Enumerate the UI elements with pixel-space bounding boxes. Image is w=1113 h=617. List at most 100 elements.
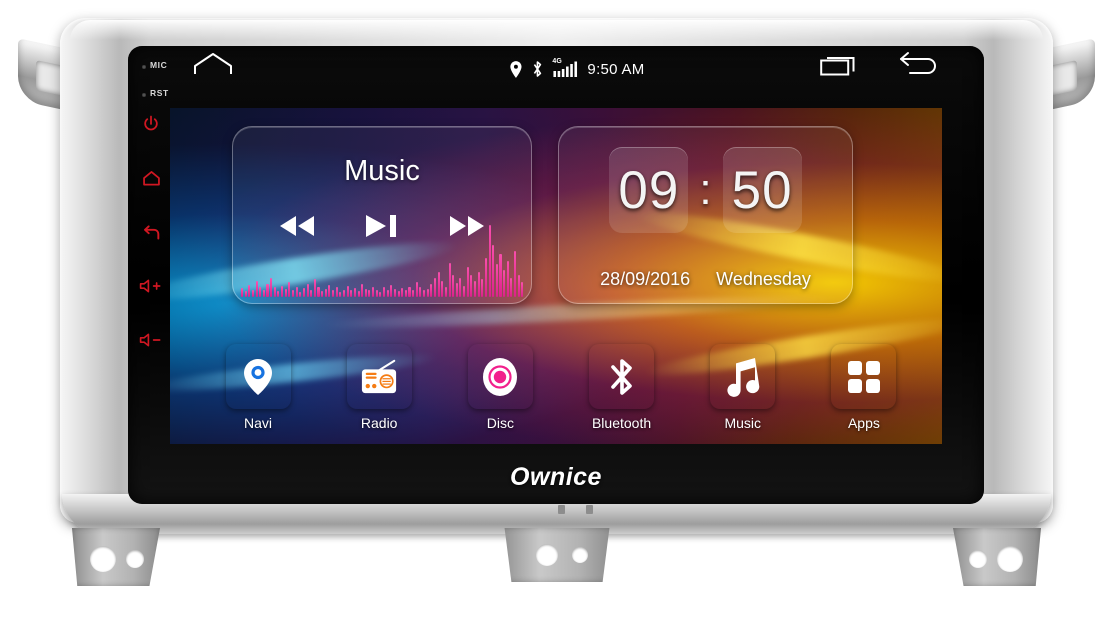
equalizer-bar <box>284 288 287 297</box>
equalizer-bar <box>353 288 356 297</box>
clock-hours: 09 <box>618 160 680 220</box>
equalizer-bar <box>372 286 375 297</box>
clock-weekday: Wednesday <box>716 269 811 289</box>
equalizer-bar <box>361 283 364 297</box>
equalizer-bar <box>342 289 345 297</box>
app-bluetooth[interactable]: Bluetooth <box>580 344 664 431</box>
equalizer-bar <box>277 291 280 297</box>
app-apps[interactable]: Apps <box>822 344 906 431</box>
touchscreen[interactable]: Music 09: 50 28/09/2016 Wednesday Navi … <box>170 108 942 444</box>
equalizer-bar <box>430 284 433 297</box>
reset-label: RST <box>150 88 169 98</box>
reset-pinhole[interactable] <box>142 93 146 97</box>
equalizer-bar <box>477 271 480 297</box>
equalizer-bar <box>470 275 473 297</box>
equalizer-bar <box>499 253 502 297</box>
equalizer-bar <box>281 285 284 297</box>
equalizer-bar <box>324 288 327 297</box>
volume-up-icon[interactable] <box>137 275 165 297</box>
equalizer-bar <box>350 290 353 297</box>
nav-back-button[interactable] <box>898 50 940 83</box>
app-radio[interactable]: Radio <box>337 344 421 431</box>
equalizer-bar <box>339 291 342 297</box>
equalizer-bar <box>332 290 335 297</box>
equalizer-bar <box>426 288 429 297</box>
screw-hole <box>536 544 558 566</box>
clock-hours-box: 09 <box>609 147 689 233</box>
equalizer-bar <box>302 288 305 297</box>
equalizer-bar <box>437 272 440 297</box>
nav-home-button[interactable] <box>192 51 234 82</box>
equalizer-bar <box>288 282 291 297</box>
back-icon[interactable] <box>138 220 164 246</box>
mic-label: MIC <box>150 60 168 70</box>
equalizer-bar <box>357 291 360 297</box>
equalizer-bar <box>386 290 389 297</box>
clock-widget[interactable]: 09 : 50 28/09/2016 Wednesday <box>558 126 853 304</box>
equalizer-bar <box>448 262 451 297</box>
home-icon[interactable] <box>139 166 163 190</box>
signal-bars-icon: 4G <box>552 58 578 78</box>
screw-hole <box>969 550 987 568</box>
mic-hole <box>142 65 146 69</box>
equalizer-bar <box>455 282 458 297</box>
screw-hole <box>572 547 588 563</box>
equalizer-bar <box>481 279 484 297</box>
app-radio-tile[interactable] <box>347 344 412 409</box>
equalizer-bar <box>521 282 524 297</box>
power-icon[interactable] <box>139 112 163 136</box>
app-apps-tile[interactable] <box>831 344 896 409</box>
screw-hole <box>90 546 116 572</box>
equalizer-bar <box>452 274 455 297</box>
disc-icon <box>483 357 518 396</box>
faceplate: MIC RST 4G 9:50 AM Music 09: 50 28/09/2… <box>128 46 984 504</box>
app-bluetooth-tile[interactable] <box>589 344 654 409</box>
equalizer-bar <box>266 283 269 297</box>
equalizer-bar <box>299 291 302 297</box>
app-music[interactable]: Music <box>701 344 785 431</box>
brand-area: Ownice <box>128 446 984 504</box>
equalizer-bar <box>259 286 262 297</box>
app-radio-label: Radio <box>360 415 398 431</box>
music-widget[interactable]: Music <box>232 126 532 304</box>
equalizer-bar <box>262 290 265 297</box>
equalizer-bar <box>335 287 338 297</box>
status-bar-clock: 9:50 AM <box>587 60 645 78</box>
equalizer-bar <box>295 286 298 297</box>
equalizer-bar <box>517 274 520 297</box>
equalizer-bar <box>375 289 378 297</box>
bezel-screw <box>558 505 565 514</box>
equalizer-bar <box>397 291 400 297</box>
app-navi-label: Navi <box>243 415 272 431</box>
clock-separator: : <box>699 165 712 214</box>
music-widget-title: Music <box>344 155 420 187</box>
map-pin-icon <box>244 358 272 395</box>
equalizer-bar <box>310 289 313 297</box>
volume-down-icon[interactable] <box>137 329 165 351</box>
equalizer-bar <box>463 285 466 297</box>
app-disc-tile[interactable] <box>468 344 533 409</box>
audio-equalizer-visualizer <box>241 225 524 297</box>
app-navi-tile[interactable] <box>226 344 291 409</box>
mount-bracket-center <box>504 528 610 582</box>
bluetooth-icon <box>610 358 632 395</box>
equalizer-bar <box>393 288 396 297</box>
app-navi[interactable]: Navi <box>216 344 300 431</box>
nav-recent-apps-button[interactable] <box>820 54 860 81</box>
app-dock: Navi Radio Disc Bluetooth Music Apps <box>216 344 906 431</box>
equalizer-bar <box>506 261 509 297</box>
app-disc[interactable]: Disc <box>458 344 542 431</box>
equalizer-bar <box>390 285 393 297</box>
equalizer-bar <box>510 277 513 297</box>
app-disc-label: Disc <box>486 415 514 431</box>
equalizer-bar <box>514 250 517 297</box>
equalizer-bar <box>317 287 320 297</box>
music-note-icon <box>727 357 760 397</box>
equalizer-bar <box>291 290 295 297</box>
grid-apps-icon <box>847 360 880 393</box>
app-music-tile[interactable] <box>710 344 775 409</box>
app-apps-label: Apps <box>847 415 880 431</box>
equalizer-bar <box>404 290 407 297</box>
equalizer-bar <box>368 290 371 297</box>
equalizer-bar <box>364 288 367 297</box>
